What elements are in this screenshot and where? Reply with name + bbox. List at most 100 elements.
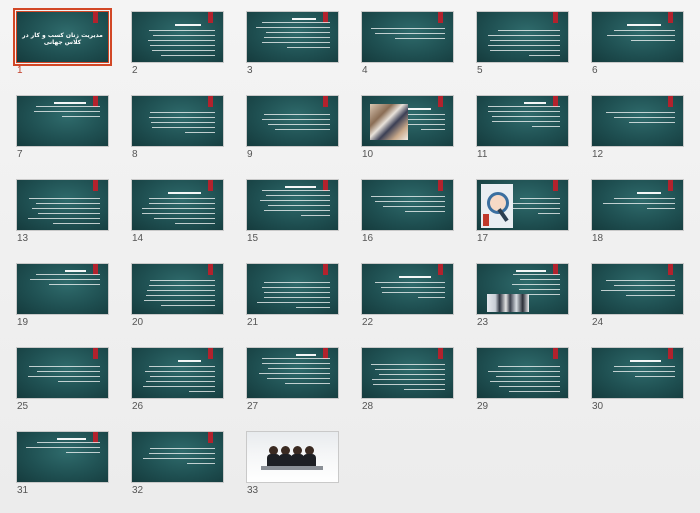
slide-thumbnail[interactable]: 31: [16, 431, 113, 503]
slide-preview[interactable]: [246, 431, 339, 483]
slide-heading-line: [295, 354, 316, 356]
slide-text-line: [29, 366, 100, 367]
slide-preview[interactable]: [476, 263, 569, 315]
slide-preview[interactable]: [131, 95, 224, 147]
slide-thumbnail[interactable]: 17: [476, 179, 573, 251]
slide-preview[interactable]: [131, 431, 224, 483]
slide-text-line: [263, 282, 330, 283]
slide-preview[interactable]: [361, 179, 454, 231]
slide-thumbnail[interactable]: 13: [16, 179, 113, 251]
slide-text-line: [380, 287, 445, 288]
slide-preview[interactable]: [16, 179, 109, 231]
slide-preview[interactable]: [16, 95, 109, 147]
slide-preview[interactable]: [131, 347, 224, 399]
slide-preview[interactable]: [16, 347, 109, 399]
slide-number: 21: [247, 317, 259, 328]
slide-thumbnail[interactable]: 19: [16, 263, 113, 335]
slide-thumbnail[interactable]: 23: [476, 263, 573, 335]
slide-preview[interactable]: [591, 179, 684, 231]
accent-ribbon: [208, 12, 213, 23]
slide-thumbnail[interactable]: 7: [16, 95, 113, 167]
slide-thumbnail[interactable]: 11: [476, 95, 573, 167]
slide-thumbnail[interactable]: 6: [591, 11, 688, 83]
slide-preview[interactable]: [246, 11, 339, 63]
slide-thumbnail[interactable]: 22: [361, 263, 458, 335]
slide-thumbnail[interactable]: 9: [246, 95, 343, 167]
slide-text-line: [404, 211, 445, 212]
slide-preview[interactable]: [16, 263, 109, 315]
slide-thumbnail[interactable]: 28: [361, 347, 458, 419]
slide-text-line: [295, 307, 330, 308]
slide-text-line: [489, 381, 560, 382]
slide-preview[interactable]: [131, 179, 224, 231]
slide-preview[interactable]: [131, 263, 224, 315]
slide-preview[interactable]: [476, 347, 569, 399]
slide-text-line: [160, 305, 215, 306]
slide-text-line: [607, 35, 675, 36]
slide-text-line: [153, 218, 215, 219]
slide-preview[interactable]: [361, 95, 454, 147]
slide-text-line: [149, 203, 215, 204]
slide-thumbnail[interactable]: مدیریت زنان کسب و کار در کلاس جهانی 1: [13, 8, 113, 83]
slide-thumbnail[interactable]: 27: [246, 347, 343, 419]
slide-preview[interactable]: [246, 263, 339, 315]
slide-text-line: [512, 208, 560, 209]
slide-preview[interactable]: [591, 11, 684, 63]
slide-text-line: [262, 190, 330, 191]
slide-thumbnail[interactable]: 18: [591, 179, 688, 251]
slide-preview[interactable]: [591, 347, 684, 399]
slide-preview[interactable]: مدیریت زنان کسب و کار در کلاس جهانی: [13, 8, 112, 66]
slide-thumbnail[interactable]: 14: [131, 179, 228, 251]
slide-preview[interactable]: [476, 179, 569, 231]
slide-preview[interactable]: [246, 179, 339, 231]
slide-text-line: [518, 289, 560, 290]
slide-text-line: [647, 208, 675, 209]
slide-text-line: [149, 285, 215, 286]
slide-thumbnail[interactable]: 12: [591, 95, 688, 167]
slide-preview[interactable]: [476, 11, 569, 63]
slide-thumbnail[interactable]: 20: [131, 263, 228, 335]
slide-thumbnail[interactable]: 25: [16, 347, 113, 419]
slide-text-line: [613, 30, 675, 31]
slide-preview[interactable]: [476, 95, 569, 147]
slide-thumbnail[interactable]: 21: [246, 263, 343, 335]
slide-number: 12: [592, 149, 604, 160]
slide-thumbnail[interactable]: 26: [131, 347, 228, 419]
slide-thumbnail[interactable]: 16: [361, 179, 458, 251]
slide-preview[interactable]: [16, 431, 109, 483]
slide-thumbnail[interactable]: 29: [476, 347, 573, 419]
slide-preview[interactable]: [361, 11, 454, 63]
slide-thumbnail[interactable]: 24: [591, 263, 688, 335]
slide-thumbnail[interactable]: 4: [361, 11, 458, 83]
slide-text-line: [143, 300, 215, 301]
slide-text-line: [488, 45, 560, 46]
slide-preview[interactable]: [246, 95, 339, 147]
slide-thumbnail[interactable]: 15: [246, 179, 343, 251]
slide-number: 8: [132, 149, 138, 160]
slide-preview[interactable]: [246, 347, 339, 399]
slide-preview[interactable]: [361, 347, 454, 399]
slide-thumbnail[interactable]: 8: [131, 95, 228, 167]
slide-number: 31: [17, 485, 29, 496]
slide-heading-line: [523, 102, 546, 104]
slide-thumbnail[interactable]: 32: [131, 431, 228, 503]
slide-thumbnail[interactable]: 10: [361, 95, 458, 167]
slide-text-line: [262, 287, 330, 288]
slide-thumbnail[interactable]: 30: [591, 347, 688, 419]
slide-text-line: [267, 368, 330, 369]
slide-number: 13: [17, 233, 29, 244]
slide-thumbnail[interactable]: 33: [246, 431, 343, 503]
slide-preview[interactable]: [591, 263, 684, 315]
slide-preview[interactable]: [131, 11, 224, 63]
slide-thumbnail[interactable]: 2: [131, 11, 228, 83]
slide-preview[interactable]: [361, 263, 454, 315]
slide-preview[interactable]: [591, 95, 684, 147]
slide-text-line: [52, 223, 100, 224]
slide-text-line: [628, 122, 675, 123]
slide-text-line: [605, 112, 675, 113]
business-meeting-image: [370, 104, 408, 140]
slide-thumbnail[interactable]: 5: [476, 11, 573, 83]
slide-thumbnail[interactable]: 3: [246, 11, 343, 83]
slide-text-line: [372, 384, 445, 385]
slide-text-line: [495, 376, 560, 377]
